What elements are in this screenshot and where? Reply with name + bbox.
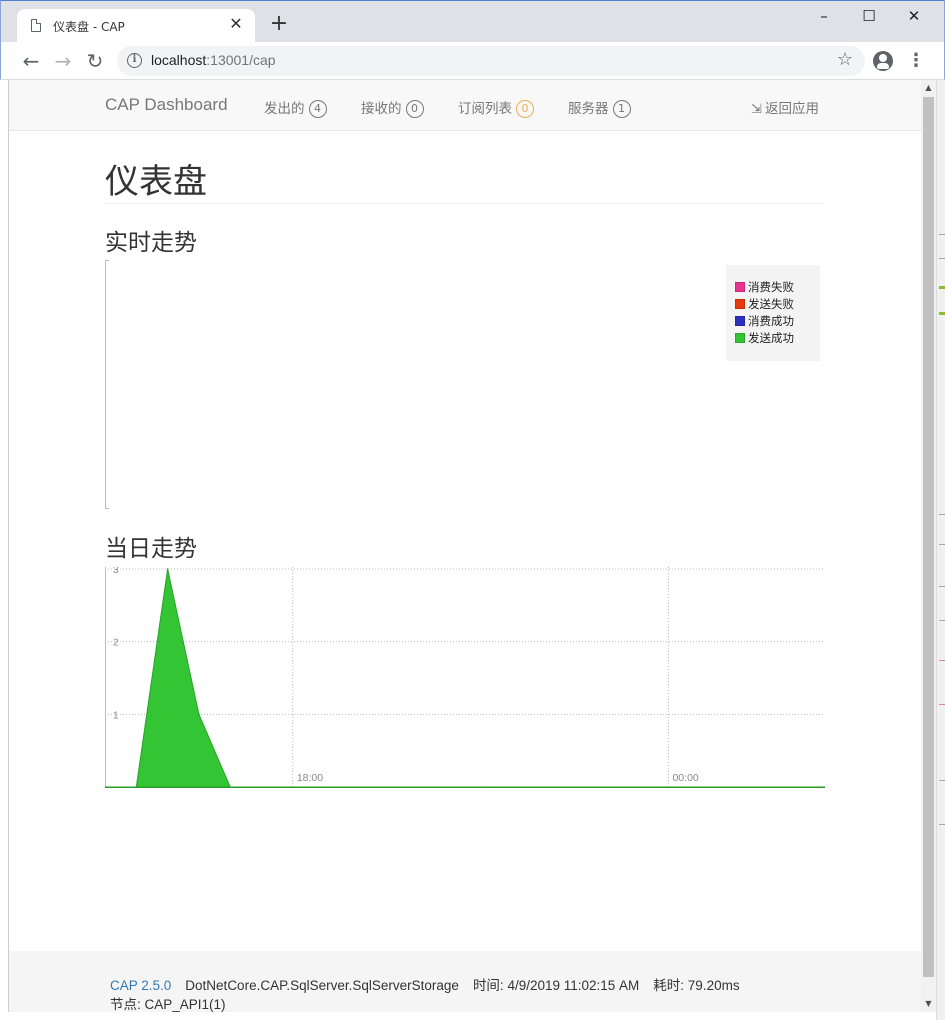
browser-window: 仪表盘 - CAP ✕ + – ☐ ✕ ← → ↻ i localhost:13…: [0, 0, 945, 1020]
title-divider: [105, 203, 825, 204]
bookmark-star-icon[interactable]: ☆: [837, 49, 853, 70]
more-menu-icon[interactable]: ⋮: [907, 50, 925, 72]
series-area: [105, 568, 825, 788]
scrollbar-thumb[interactable]: [923, 97, 934, 977]
legend-swatch: [735, 316, 745, 326]
realtime-chart-axis: [105, 260, 109, 509]
y-tick-label: 1: [113, 710, 119, 721]
nav-item-servers[interactable]: 服务器 1: [568, 97, 631, 118]
back-label: 返回应用: [765, 101, 819, 117]
profile-icon[interactable]: [873, 51, 893, 71]
legend-swatch: [735, 282, 745, 292]
nav-label: 接收的: [361, 101, 402, 117]
tab-strip: 仪表盘 - CAP ✕ + – ☐ ✕: [0, 0, 945, 43]
nav-label: 服务器: [568, 101, 609, 117]
scroll-up-arrow-icon[interactable]: ▲: [921, 80, 936, 96]
legend-label: 消费成功: [748, 314, 794, 328]
nav-item-published[interactable]: 发出的 4: [264, 97, 327, 118]
legend-swatch: [735, 299, 745, 309]
minimize-button[interactable]: –: [801, 5, 847, 29]
reload-icon[interactable]: ↻: [82, 48, 108, 74]
tab-close-icon[interactable]: ✕: [227, 15, 245, 33]
count-badge: 0: [405, 100, 424, 118]
window-close-button[interactable]: ✕: [891, 5, 937, 29]
count-badge: 4: [308, 100, 327, 118]
vertical-scrollbar[interactable]: ▲ ▼: [921, 80, 936, 1012]
legend-label: 消费失败: [748, 280, 794, 294]
realtime-legend: 消费失败 发送失败 消费成功 发送成功: [726, 265, 820, 361]
y-tick-label: 2: [113, 638, 119, 649]
url-text[interactable]: localhost:13001/cap: [151, 52, 276, 68]
maximize-button[interactable]: ☐: [846, 5, 892, 29]
legend-label: 发送成功: [748, 331, 794, 345]
data-point: [166, 568, 169, 570]
nav-label: 订阅列表: [458, 101, 512, 117]
count-badge: 1: [612, 100, 631, 118]
page-viewport: CAP Dashboard 发出的 4 接收的 0 订阅列表 0 服务器 1 ⇲ 返回应用…: [8, 80, 921, 1012]
legend-item: 发送成功: [735, 330, 794, 347]
node-label: 节点: CAP_API1(1): [110, 997, 226, 1012]
sign-out-icon: ⇲: [751, 102, 762, 117]
info-icon[interactable]: i: [127, 53, 142, 68]
legend-item: 发送失败: [735, 296, 794, 313]
data-point: [198, 713, 200, 716]
legend-swatch: [735, 333, 745, 343]
url-rest: :13001/cap: [206, 52, 276, 68]
brand-link[interactable]: CAP Dashboard: [105, 95, 228, 115]
footer-info: CAP 2.5.0 DotNetCore.CAP.SqlServer.SqlSer…: [110, 974, 740, 994]
new-tab-button[interactable]: +: [267, 13, 291, 37]
legend-item: 消费成功: [735, 313, 794, 330]
page-footer: CAP 2.5.0 DotNetCore.CAP.SqlServer.SqlSer…: [9, 951, 921, 1012]
page-icon: [31, 19, 41, 32]
browser-tab[interactable]: 仪表盘 - CAP ✕: [17, 9, 255, 43]
back-to-app-link[interactable]: ⇲ 返回应用: [751, 97, 819, 117]
elapsed-label: 耗时: 79.20ms: [653, 978, 740, 993]
version-link[interactable]: CAP 2.5.0: [110, 978, 171, 993]
legend-label: 发送失败: [748, 297, 794, 311]
background-window-edge: [936, 80, 945, 1020]
address-bar[interactable]: i localhost:13001/cap ☆: [117, 46, 865, 76]
count-badge: 0: [516, 100, 534, 118]
nav-item-received[interactable]: 接收的 0: [361, 97, 424, 118]
url-host: localhost: [151, 52, 207, 68]
tab-title: 仪表盘 - CAP: [53, 20, 125, 34]
forward-arrow-icon[interactable]: →: [50, 48, 76, 74]
x-tick-label: 00:00: [672, 772, 698, 784]
realtime-heading: 实时走势: [105, 230, 197, 256]
daily-heading: 当日走势: [105, 536, 197, 562]
legend-item: 消费失败: [735, 279, 794, 296]
storage-name: DotNetCore.CAP.SqlServer.SqlServerStorag…: [185, 978, 459, 993]
time-label: 时间: 4/9/2019 11:02:15 AM: [472, 978, 640, 993]
x-tick-label: 18:00: [297, 772, 323, 784]
top-navbar: CAP Dashboard 发出的 4 接收的 0 订阅列表 0 服务器 1 ⇲ 返回应用: [9, 80, 921, 131]
browser-toolbar: ← → ↻ i localhost:13001/cap ☆ ⋮: [0, 42, 945, 80]
nav-label: 发出的: [264, 101, 305, 117]
y-tick-label: 3: [113, 567, 119, 576]
nav-item-subscriptions[interactable]: 订阅列表 0: [458, 97, 534, 118]
back-arrow-icon[interactable]: ←: [18, 48, 44, 74]
scroll-down-arrow-icon[interactable]: ▼: [921, 996, 936, 1012]
page-title: 仪表盘: [105, 162, 207, 202]
daily-trend-chart: 12318:0000:0006:00: [105, 567, 825, 788]
